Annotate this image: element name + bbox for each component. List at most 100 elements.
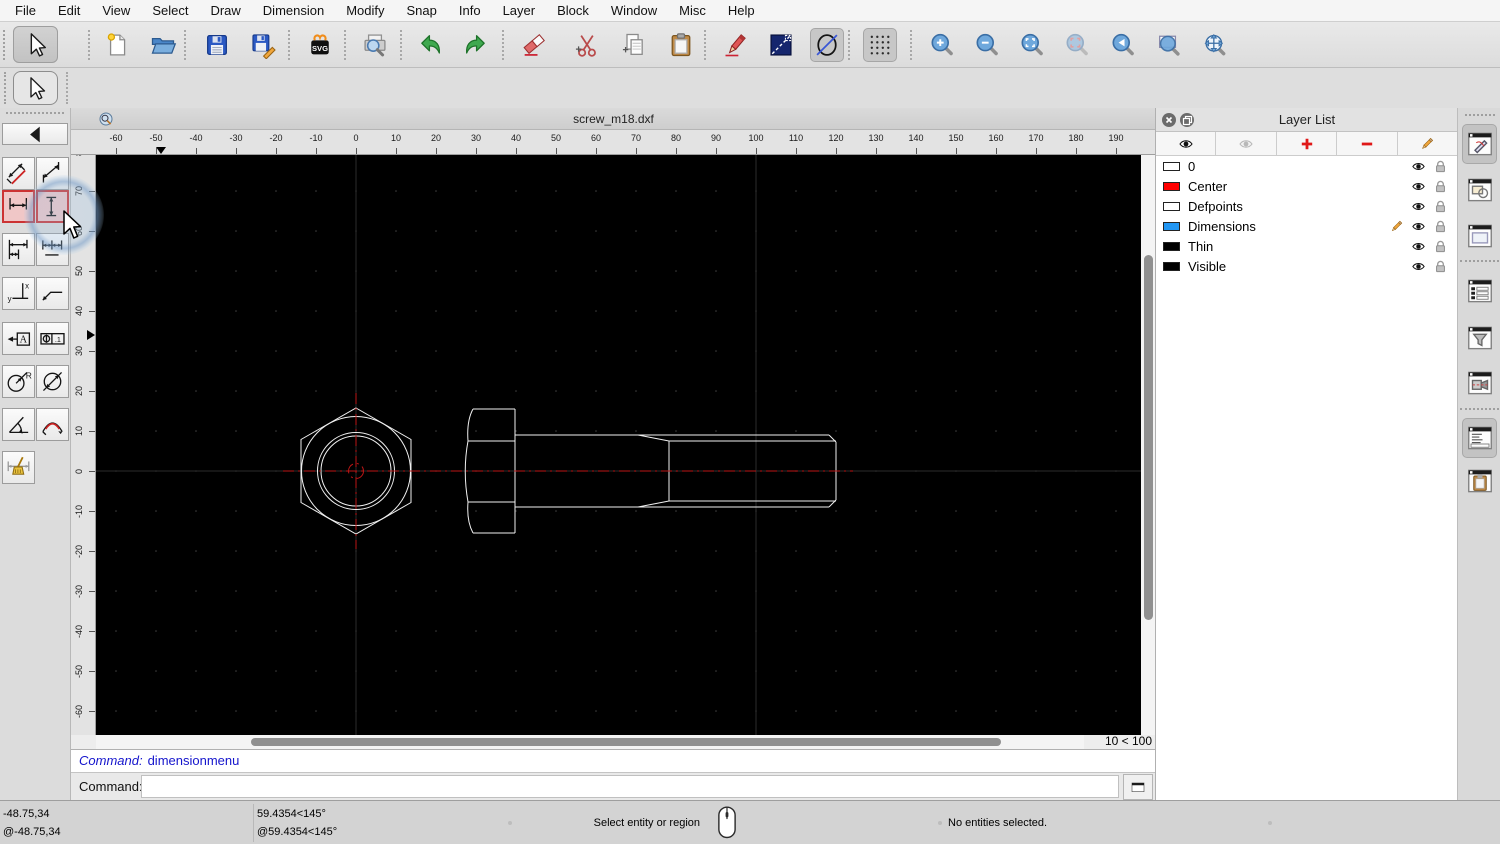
vertical-scrollbar[interactable] xyxy=(1141,155,1156,735)
dimension-baseline-tool[interactable] xyxy=(2,233,35,266)
edit-layer-button[interactable] xyxy=(1398,132,1459,155)
delete-button[interactable] xyxy=(517,28,551,62)
zoom-window-button[interactable] xyxy=(1152,28,1186,62)
lock-icon[interactable] xyxy=(1433,239,1448,254)
dimension-auto-tool[interactable] xyxy=(2,451,35,484)
select-tool-button[interactable] xyxy=(13,26,58,63)
eye-icon[interactable] xyxy=(1411,259,1426,274)
dimension-linear-tool[interactable] xyxy=(36,157,69,190)
palette-grip[interactable] xyxy=(6,112,64,114)
eye-icon[interactable] xyxy=(1411,179,1426,194)
toolbar2-grip[interactable] xyxy=(4,72,6,104)
zoom-pan-button[interactable] xyxy=(1198,28,1232,62)
zoom-out-button[interactable] xyxy=(970,28,1004,62)
menu-window[interactable]: Window xyxy=(600,0,668,22)
grid-toggle[interactable] xyxy=(863,28,897,62)
detach-command-button[interactable] xyxy=(1123,774,1153,800)
open-file-button[interactable] xyxy=(146,28,180,62)
eye-icon[interactable] xyxy=(1411,239,1426,254)
menu-file[interactable]: File xyxy=(4,0,47,22)
menu-edit[interactable]: Edit xyxy=(47,0,91,22)
menu-draw[interactable]: Draw xyxy=(199,0,251,22)
cut-button[interactable] xyxy=(570,28,604,62)
lock-icon[interactable] xyxy=(1433,199,1448,214)
zoom-previous-button[interactable] xyxy=(1060,28,1094,62)
menu-view[interactable]: View xyxy=(91,0,141,22)
entity-filter-dock[interactable] xyxy=(1462,318,1497,358)
view-list-dock[interactable] xyxy=(1462,363,1497,403)
dimension-angular-tool[interactable] xyxy=(2,408,35,441)
document-titlebar[interactable]: screw_m18.dxf xyxy=(71,108,1156,130)
palette-back-button[interactable] xyxy=(2,123,68,145)
layer-row-defpoints[interactable]: Defpoints xyxy=(1156,196,1458,216)
library-browser-dock[interactable] xyxy=(1462,216,1497,256)
pen-button[interactable] xyxy=(719,28,753,62)
menu-layer[interactable]: Layer xyxy=(492,0,547,22)
lock-icon[interactable] xyxy=(1433,259,1448,274)
lock-icon[interactable] xyxy=(1433,179,1448,194)
print-preview-button[interactable] xyxy=(358,28,392,62)
menu-help[interactable]: Help xyxy=(717,0,766,22)
pencil-icon[interactable] xyxy=(1389,219,1404,234)
menu-select[interactable]: Select xyxy=(141,0,199,22)
layer-row-thin[interactable]: Thin xyxy=(1156,236,1458,256)
select-window-button[interactable] xyxy=(764,28,798,62)
redo-button[interactable] xyxy=(459,28,493,62)
menu-block[interactable]: Block xyxy=(546,0,600,22)
menu-snap[interactable]: Snap xyxy=(396,0,448,22)
menu-info[interactable]: Info xyxy=(448,0,492,22)
layer-row-dimensions[interactable]: Dimensions xyxy=(1156,216,1458,236)
menu-misc[interactable]: Misc xyxy=(668,0,717,22)
layer-panel-titlebar[interactable]: Layer List xyxy=(1156,108,1458,132)
eye-icon[interactable] xyxy=(1411,219,1426,234)
remove-layer-button[interactable] xyxy=(1337,132,1398,155)
paste-button[interactable] xyxy=(664,28,698,62)
dimension-radial-tool[interactable]: R xyxy=(2,365,35,398)
dimension-leader-tool[interactable] xyxy=(36,277,69,310)
dimension-continue-tool[interactable] xyxy=(36,233,69,266)
block-list-dock[interactable] xyxy=(1462,170,1497,210)
horizontal-scrollbar[interactable] xyxy=(96,735,1086,749)
pen-palette-dock[interactable] xyxy=(1462,124,1497,164)
dimension-text-tool[interactable]: A xyxy=(2,322,35,355)
command-widget-dock[interactable] xyxy=(1462,418,1497,458)
layer-row-0[interactable]: 0 xyxy=(1156,156,1458,176)
export-svg-button[interactable]: SVG xyxy=(303,28,337,62)
lock-icon[interactable] xyxy=(1433,159,1448,174)
hide-all-layers-button[interactable] xyxy=(1216,132,1277,155)
dimension-diametric-tool[interactable] xyxy=(36,365,69,398)
toolbar-grip[interactable] xyxy=(3,30,5,60)
horizontal-scrollbar-handle[interactable] xyxy=(251,738,1001,746)
show-all-layers-button[interactable] xyxy=(1156,132,1217,155)
layer-list-dock[interactable] xyxy=(1462,271,1497,311)
dimension-tolerance-tool[interactable]: .1 xyxy=(36,322,69,355)
menu-dimension[interactable]: Dimension xyxy=(252,0,335,22)
zoom-auto-button[interactable] xyxy=(1015,28,1049,62)
draft-mode-toggle[interactable] xyxy=(810,28,844,62)
dimension-aligned-tool[interactable] xyxy=(2,157,35,190)
lock-icon[interactable] xyxy=(1433,219,1448,234)
drawing-canvas[interactable] xyxy=(96,155,1141,735)
dimension-horizontal-tool[interactable] xyxy=(2,190,35,223)
add-layer-button[interactable] xyxy=(1277,132,1338,155)
eye-icon[interactable] xyxy=(1411,159,1426,174)
dimension-arc-tool[interactable] xyxy=(36,408,69,441)
layer-row-visible[interactable]: Visible xyxy=(1156,256,1458,276)
zoom-in-button[interactable] xyxy=(925,28,959,62)
dimension-ordinate-tool[interactable]: xy xyxy=(2,277,35,310)
vertical-scrollbar-handle[interactable] xyxy=(1144,255,1153,620)
copy-button[interactable] xyxy=(617,28,651,62)
save-button[interactable] xyxy=(200,28,234,62)
zoom-redraw-button[interactable] xyxy=(1106,28,1140,62)
command-input[interactable] xyxy=(141,775,1119,798)
undo-button[interactable] xyxy=(413,28,447,62)
menu-modify[interactable]: Modify xyxy=(335,0,395,22)
dock-grip[interactable] xyxy=(1465,114,1495,116)
clipboard-dock[interactable] xyxy=(1462,461,1497,501)
layer-row-center[interactable]: Center xyxy=(1156,176,1458,196)
select-tool-button-2[interactable] xyxy=(13,71,58,105)
eye-icon[interactable] xyxy=(1411,199,1426,214)
dimension-vertical-tool[interactable] xyxy=(36,190,69,223)
new-document-button[interactable] xyxy=(100,28,134,62)
save-as-button[interactable] xyxy=(246,28,280,62)
